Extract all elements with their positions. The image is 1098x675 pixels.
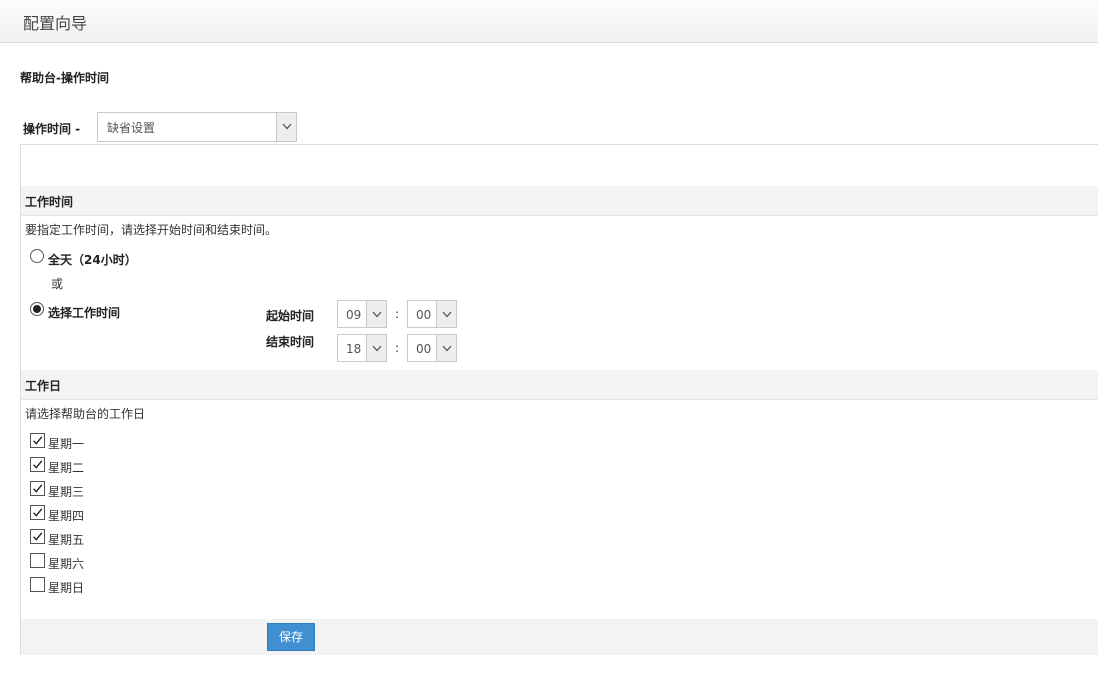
form-footer: 保存 xyxy=(21,619,1098,655)
or-text: 或 xyxy=(51,277,64,291)
end-minute-value: 00 xyxy=(416,342,432,356)
end-minute-select[interactable]: 00 xyxy=(407,334,457,362)
workday-checkbox[interactable] xyxy=(30,481,45,496)
operation-time-select[interactable]: 缺省设置 xyxy=(97,112,297,142)
all-day-radio[interactable] xyxy=(30,249,44,263)
workday-checkbox[interactable] xyxy=(30,505,45,520)
workday-label: 星期六 xyxy=(48,557,85,571)
workday-label: 星期一 xyxy=(48,437,85,451)
workday-checkbox[interactable] xyxy=(30,577,45,592)
page-header: 配置向导 xyxy=(0,0,1098,43)
start-time-label: 起始时间 xyxy=(266,309,315,323)
start-minute-value: 00 xyxy=(416,308,432,322)
time-separator: : xyxy=(395,341,400,355)
workdays-title: 工作日 xyxy=(25,379,62,393)
chevron-down-icon xyxy=(436,335,456,361)
workday-label: 星期二 xyxy=(48,461,85,475)
workdays-instruction: 请选择帮助台的工作日 xyxy=(25,407,146,421)
chevron-down-icon xyxy=(366,335,386,361)
workdays-header: 工作日 xyxy=(21,370,1098,400)
page-title: 配置向导 xyxy=(23,14,88,33)
chevron-down-icon xyxy=(436,301,456,327)
start-hour-value: 09 xyxy=(346,308,362,322)
start-hour-select[interactable]: 09 xyxy=(337,300,387,328)
work-hours-title: 工作时间 xyxy=(25,195,74,209)
workday-checkbox[interactable] xyxy=(30,553,45,568)
settings-panel: 工作时间 要指定工作时间，请选择开始时间和结束时间。 全天（24小时） 或 选择… xyxy=(20,144,1098,655)
checkmark-icon xyxy=(33,436,43,445)
workday-label: 星期三 xyxy=(48,485,85,499)
chevron-down-icon xyxy=(276,113,296,141)
select-hours-radio[interactable] xyxy=(30,302,44,316)
operation-time-label: 操作时间 - xyxy=(23,122,81,136)
workday-checkbox[interactable] xyxy=(30,457,45,472)
checkmark-icon xyxy=(33,508,43,517)
operation-time-value: 缺省设置 xyxy=(107,121,156,135)
workday-label: 星期五 xyxy=(48,533,85,547)
save-button[interactable]: 保存 xyxy=(267,623,315,651)
select-hours-label: 选择工作时间 xyxy=(48,306,121,320)
end-hour-value: 18 xyxy=(346,342,362,356)
workday-label: 星期日 xyxy=(48,581,85,595)
checkmark-icon xyxy=(33,484,43,493)
time-separator: : xyxy=(395,307,400,321)
work-hours-header: 工作时间 xyxy=(21,186,1098,216)
checkmark-icon xyxy=(33,460,43,469)
workday-label: 星期四 xyxy=(48,509,85,523)
chevron-down-icon xyxy=(366,301,386,327)
workday-checkbox[interactable] xyxy=(30,529,45,544)
workday-checkbox[interactable] xyxy=(30,433,45,448)
work-hours-instruction: 要指定工作时间，请选择开始时间和结束时间。 xyxy=(25,223,278,237)
end-hour-select[interactable]: 18 xyxy=(337,334,387,362)
all-day-label: 全天（24小时） xyxy=(48,253,137,267)
section-title: 帮助台-操作时间 xyxy=(20,71,109,85)
start-minute-select[interactable]: 00 xyxy=(407,300,457,328)
checkmark-icon xyxy=(33,532,43,541)
end-time-label: 结束时间 xyxy=(266,335,315,349)
